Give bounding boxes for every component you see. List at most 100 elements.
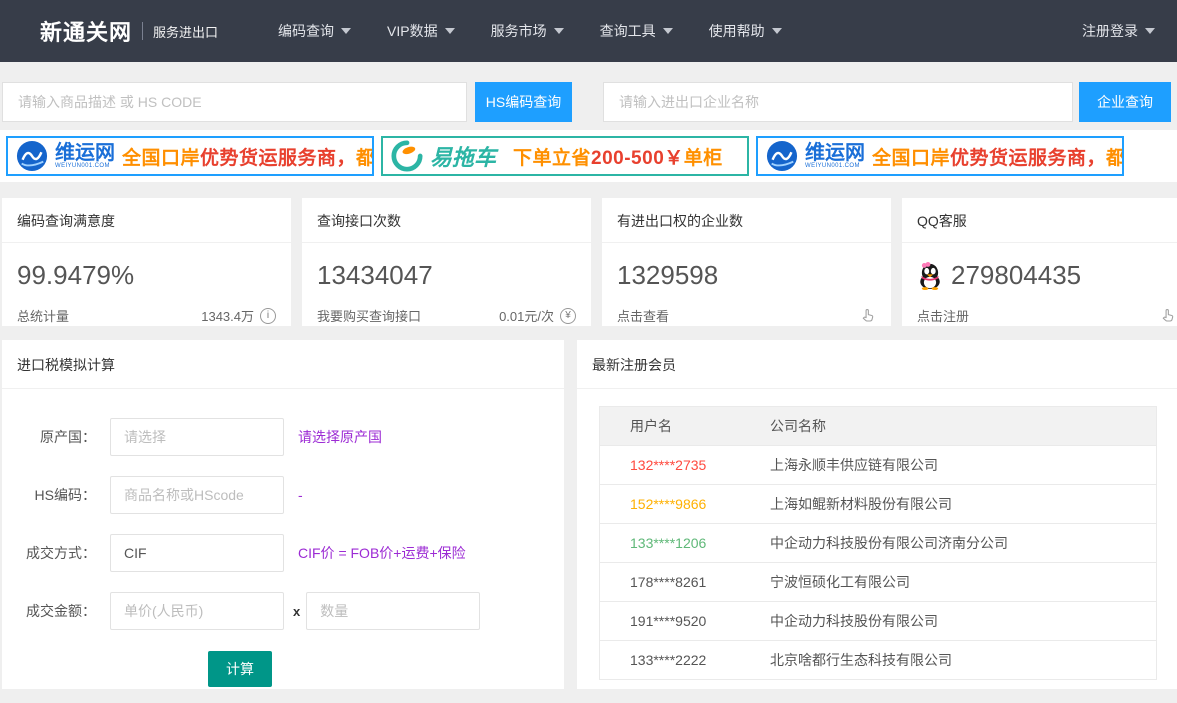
ad-text-part: 全国口岸 — [872, 148, 950, 169]
trade-mode-label: 成交方式： — [2, 543, 96, 563]
stats-row: 编码查询满意度 99.9479% 总统计量 1343.4万 i 查询接口次数 1… — [2, 198, 1177, 326]
nav-item-label: VIP数据 — [387, 21, 438, 41]
stat-value: 279804435 — [902, 243, 1177, 291]
nav-item-vip-data[interactable]: VIP数据 — [387, 21, 455, 41]
origin-country-select[interactable] — [110, 418, 284, 456]
member-username: 178****8261 — [600, 574, 770, 590]
hs-code-label: HS编码： — [2, 485, 96, 505]
register-link[interactable]: 点击注册 — [917, 306, 969, 325]
chevron-down-icon — [663, 28, 673, 34]
nav-item-label: 服务市场 — [491, 21, 547, 41]
weiyun-ad-banner-right[interactable]: 维运网 WEIYUN001.COM 全国口岸优势货运服务商，都在维运网 — [756, 136, 1124, 176]
hs-code-hint: - — [298, 487, 303, 503]
origin-country-label: 原产国： — [2, 427, 96, 447]
hs-code-search-input[interactable] — [2, 82, 467, 122]
chevron-down-icon — [341, 28, 351, 34]
stat-card-satisfaction: 编码查询满意度 99.9479% 总统计量 1343.4万 i — [2, 198, 291, 326]
member-username: 152****9866 — [600, 496, 770, 512]
main-content: 进口税模拟计算 原产国： 请选择原产国 HS编码： - 成交方式： CIF价 =… — [2, 340, 1177, 689]
stat-title: 查询接口次数 — [302, 198, 591, 243]
members-panel-title: 最新注册会员 — [577, 340, 1177, 389]
yituoche-logo-icon — [391, 140, 423, 172]
member-username: 191****9520 — [600, 613, 770, 629]
ad-text-part: 优势货运服务商， — [950, 148, 1106, 169]
column-header-username: 用户名 — [600, 416, 770, 436]
trade-mode-input[interactable] — [110, 534, 284, 572]
member-company: 北京啥都行生态科技有限公司 — [770, 650, 952, 670]
weiyun-brand-sub: WEIYUN001.COM — [55, 163, 115, 169]
register-login-menu[interactable]: 注册登录 — [1082, 21, 1155, 41]
ad-text-part: 下单立省 — [513, 148, 591, 169]
top-nav: 新通关网 服务进出口 编码查询 VIP数据 服务市场 查询工具 使用帮助 注册登… — [0, 0, 1177, 62]
weiyun-ad-text: 全国口岸优势货运服务商，都在维运网 — [872, 143, 1124, 170]
hs-code-row: HS编码： - — [2, 475, 564, 515]
brand-logo[interactable]: 新通关网 服务进出口 — [40, 15, 218, 47]
weiyun-logo-icon — [16, 140, 48, 172]
nav-item-code-query[interactable]: 编码查询 — [278, 21, 351, 41]
stat-value-text: 1329598 — [617, 260, 718, 291]
qq-penguin-icon — [917, 262, 943, 290]
import-tax-calculator-panel: 进口税模拟计算 原产国： 请选择原产国 HS编码： - 成交方式： CIF价 =… — [2, 340, 564, 689]
stat-footer-value: 0.01元/次 ¥ — [499, 306, 576, 325]
company-search-button[interactable]: 企业查询 — [1079, 82, 1171, 122]
table-row: 133****1206 中企动力科技股份有限公司济南分公司 — [600, 523, 1156, 562]
buy-api-link[interactable]: 我要购买查询接口 — [317, 306, 421, 325]
latest-members-panel: 最新注册会员 用户名 公司名称 132****2735 上海永顺丰供应链有限公司… — [577, 340, 1177, 689]
stat-value-text: 99.9479% — [17, 260, 134, 291]
register-login-label: 注册登录 — [1082, 21, 1138, 41]
multiply-label: x — [293, 604, 300, 619]
ad-text-part: 200-500￥ — [591, 148, 684, 169]
click-hand-icon — [1159, 307, 1176, 324]
stat-footer-value: 1343.4万 i — [201, 306, 276, 325]
stat-footer: 总统计量 1343.4万 i — [2, 291, 291, 325]
unit-price-input[interactable] — [110, 592, 284, 630]
yen-icon: ¥ — [560, 308, 576, 324]
quantity-input[interactable] — [306, 592, 480, 630]
nav-menu: 编码查询 VIP数据 服务市场 查询工具 使用帮助 — [278, 21, 782, 41]
ad-text-part: 都在维运网 — [356, 148, 374, 169]
member-company: 中企动力科技股份有限公司济南分公司 — [770, 533, 1008, 553]
stat-card-qq-service: QQ客服 279804435 点击注册 — [902, 198, 1177, 326]
ad-text-part: 全国口岸 — [122, 148, 200, 169]
ad-banner-strip: 维运网 WEIYUN001.COM 全国口岸优势货运服务商，都在维运网 易拖车 … — [0, 130, 1177, 182]
weiyun-brand: 维运网 WEIYUN001.COM — [55, 143, 115, 169]
stat-footer-value-text: 1343.4万 — [201, 306, 254, 325]
stat-footer-label: 总统计量 — [17, 306, 69, 325]
brand-title: 新通关网 — [40, 15, 132, 47]
stat-value-text: 13434047 — [317, 260, 433, 291]
stat-footer-value-text: 0.01元/次 — [499, 306, 554, 325]
view-companies-link[interactable]: 点击查看 — [617, 306, 669, 325]
stat-card-company-count: 有进出口权的企业数 1329598 点击查看 — [602, 198, 891, 326]
company-search-input[interactable] — [603, 82, 1073, 122]
stat-card-api-count: 查询接口次数 13434047 我要购买查询接口 0.01元/次 ¥ — [302, 198, 591, 326]
member-username: 133****1206 — [600, 535, 770, 551]
qq-number: 279804435 — [951, 260, 1081, 291]
weiyun-brand-name: 维运网 — [55, 143, 115, 163]
hs-code-search-button[interactable]: HS编码查询 — [475, 82, 572, 122]
brand-subtitle: 服务进出口 — [153, 22, 218, 41]
trade-mode-row: 成交方式： CIF价 = FOB价+运费+保险 — [2, 533, 564, 573]
table-row: 132****2735 上海永顺丰供应链有限公司 — [600, 445, 1156, 484]
stat-title: 编码查询满意度 — [2, 198, 291, 243]
weiyun-ad-text: 全国口岸优势货运服务商，都在维运网 — [122, 143, 374, 170]
amount-row: 成交金额： x — [2, 591, 564, 631]
table-row: 178****8261 宁波恒硕化工有限公司 — [600, 562, 1156, 601]
weiyun-ad-banner-left[interactable]: 维运网 WEIYUN001.COM 全国口岸优势货运服务商，都在维运网 — [6, 136, 374, 176]
calculate-button[interactable]: 计算 — [208, 651, 272, 687]
click-hand-icon — [859, 307, 876, 324]
nav-item-label: 查询工具 — [600, 21, 656, 41]
nav-item-query-tools[interactable]: 查询工具 — [600, 21, 673, 41]
stat-title: QQ客服 — [902, 198, 1177, 243]
yituoche-ad-banner[interactable]: 易拖车 下单立省200-500￥单柜 — [381, 136, 749, 176]
nav-item-service-market[interactable]: 服务市场 — [491, 21, 564, 41]
info-icon: i — [260, 308, 276, 324]
nav-item-help[interactable]: 使用帮助 — [709, 21, 782, 41]
hs-code-input[interactable] — [110, 476, 284, 514]
weiyun-brand-sub: WEIYUN001.COM — [805, 163, 865, 169]
ad-text-part: 都在维运网 — [1106, 148, 1124, 169]
stat-footer: 点击查看 — [602, 291, 891, 325]
chevron-down-icon — [445, 28, 455, 34]
origin-country-hint: 请选择原产国 — [298, 427, 382, 447]
table-row: 152****9866 上海如鲲新材料股份有限公司 — [600, 484, 1156, 523]
calculator-panel-title: 进口税模拟计算 — [2, 340, 564, 389]
